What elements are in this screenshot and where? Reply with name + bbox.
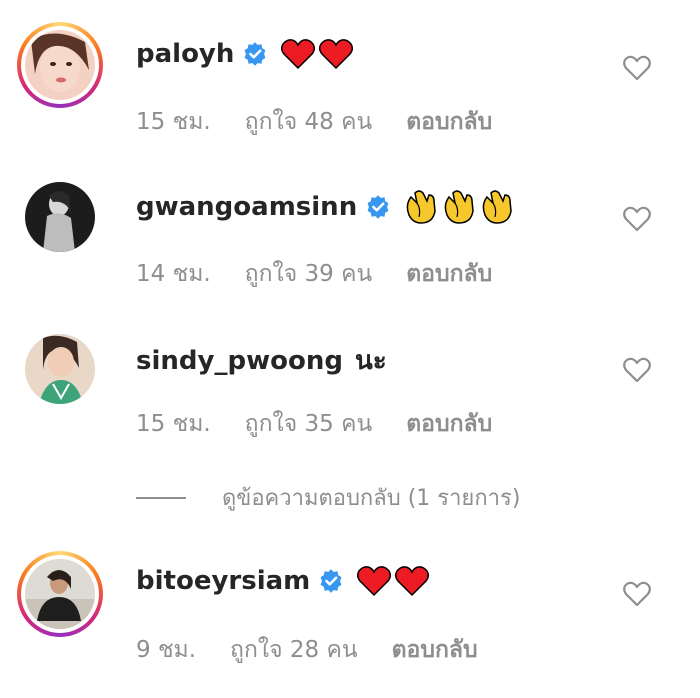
heart-emoji-icon: [357, 566, 392, 597]
like-heart-icon[interactable]: [622, 580, 652, 608]
heart-emoji-icon: [395, 566, 430, 597]
avatar-photo: [25, 182, 95, 252]
username[interactable]: sindy_pwoong: [136, 346, 343, 376]
replies-divider: [136, 496, 186, 499]
like-count[interactable]: ถูกใจ 28 คน: [230, 632, 358, 668]
avatar[interactable]: [17, 22, 103, 108]
like-count[interactable]: ถูกใจ 48 คน: [245, 104, 373, 140]
comment-time: 9 ชม.: [136, 637, 197, 663]
avatar-photo: [25, 334, 95, 404]
avatar-photo: [25, 559, 95, 629]
avatar[interactable]: [17, 551, 103, 637]
avatar[interactable]: [25, 334, 95, 404]
view-replies-button[interactable]: ดูข้อความตอบกลับ (1 รายการ): [136, 480, 520, 515]
heart-emoji-icon: [319, 39, 354, 70]
like-heart-icon[interactable]: [622, 356, 652, 384]
comment-text: [356, 565, 432, 597]
avatar[interactable]: [25, 182, 95, 252]
username[interactable]: gwangoamsinn: [136, 192, 357, 222]
clap-emoji-icon: [482, 190, 512, 224]
comment-time: 14 ชม.: [136, 261, 211, 287]
comment-text: [403, 189, 517, 225]
like-count[interactable]: ถูกใจ 35 คน: [245, 406, 373, 442]
username[interactable]: paloyh: [136, 39, 234, 69]
verified-badge-icon: [367, 195, 389, 219]
reply-button[interactable]: ตอบกลับ: [392, 632, 478, 668]
view-replies-label: ดูข้อความตอบกลับ (1 รายการ): [222, 486, 521, 511]
clap-emoji-icon: [406, 190, 436, 224]
comment-time: 15 ชม.: [136, 109, 211, 135]
comment-time: 15 ชม.: [136, 411, 211, 437]
reply-button[interactable]: ตอบกลับ: [406, 256, 492, 292]
clap-emoji-icon: [444, 190, 474, 224]
comment-text: [280, 38, 356, 70]
reply-button[interactable]: ตอบกลับ: [406, 406, 492, 442]
verified-badge-icon: [320, 569, 342, 593]
comment-text: นะ: [354, 346, 387, 376]
avatar-photo: [25, 30, 95, 100]
username[interactable]: bitoeyrsiam: [136, 566, 310, 596]
heart-emoji-icon: [281, 39, 316, 70]
like-heart-icon[interactable]: [622, 54, 652, 82]
like-heart-icon[interactable]: [622, 205, 652, 233]
verified-badge-icon: [244, 42, 266, 66]
reply-button[interactable]: ตอบกลับ: [406, 104, 492, 140]
like-count[interactable]: ถูกใจ 39 คน: [245, 256, 373, 292]
